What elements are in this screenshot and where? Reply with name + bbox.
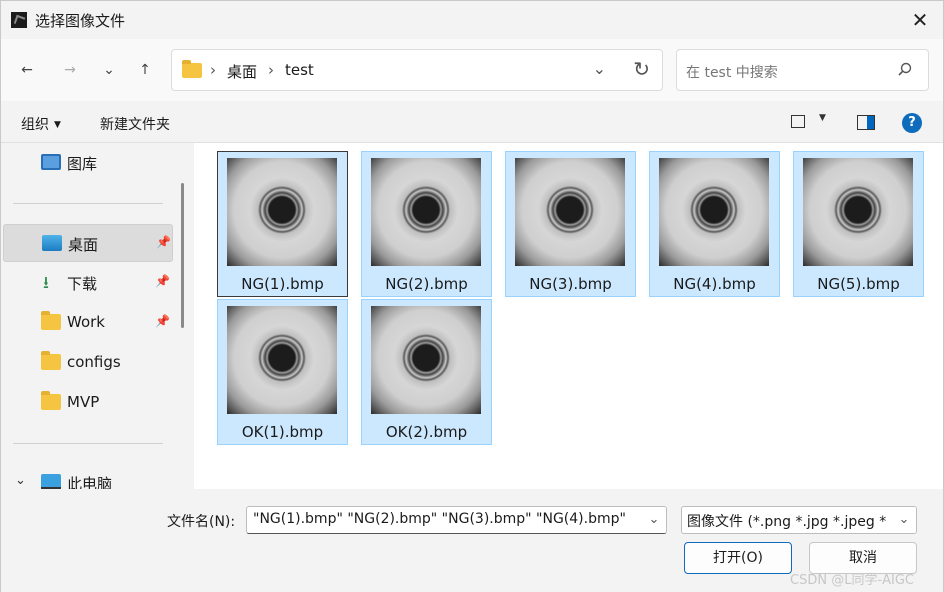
image-thumbnail	[659, 158, 769, 266]
close-icon[interactable]: ✕	[909, 8, 931, 32]
image-thumbnail	[371, 306, 481, 414]
preview-pane-icon[interactable]	[857, 115, 875, 130]
file-list: NG(1).bmp NG(2).bmp NG(3).bmp NG(4).bmp …	[194, 143, 943, 489]
pin-icon: 📌	[155, 274, 170, 288]
chevron-down-icon[interactable]: ⌄	[892, 507, 916, 533]
search-input[interactable]: 在 test 中搜索	[686, 62, 778, 82]
watermark-text: CSDN @L同学-AIGC	[790, 573, 915, 588]
image-thumbnail	[227, 306, 337, 414]
pc-icon	[41, 474, 61, 489]
address-dropdown-icon[interactable]: ⌄	[593, 59, 606, 78]
command-bar: 组织 ▼ 新建文件夹 ▼ ?	[1, 101, 943, 143]
sidebar-item-label: configs	[67, 353, 121, 371]
file-open-dialog: 选择图像文件 ✕ ← → ⌄ ↑ › 桌面 › test ⌄ ↻ 在 test …	[0, 0, 944, 592]
sidebar-item-label: 图库	[67, 155, 98, 173]
file-name: NG(5).bmp	[817, 275, 900, 293]
file-name: OK(1).bmp	[241, 423, 324, 441]
file-tile[interactable]: NG(4).bmp	[649, 151, 780, 297]
sidebar-item-label: 此电脑	[67, 475, 113, 489]
file-tile[interactable]: OK(1).bmp	[217, 299, 348, 445]
file-type-select[interactable]: 图像文件 (*.png *.jpg *.jpeg * ⌄	[681, 506, 917, 534]
forward-arrow-icon[interactable]: →	[58, 58, 82, 82]
sidebar-item-label: Work	[67, 313, 105, 331]
up-arrow-icon[interactable]: ↑	[133, 58, 157, 82]
folder-icon	[41, 351, 61, 370]
recent-locations-chevron-icon[interactable]: ⌄	[97, 58, 121, 82]
file-tile[interactable]: NG(2).bmp	[361, 151, 492, 297]
folder-icon	[182, 60, 202, 78]
breadcrumb-desktop[interactable]: 桌面	[227, 61, 257, 82]
pin-icon: 📌	[156, 235, 171, 249]
file-name: NG(3).bmp	[529, 275, 612, 293]
organize-label: 组织	[21, 117, 49, 133]
sidebar-item-work[interactable]: Work 📌	[3, 304, 173, 342]
view-dropdown-icon[interactable]: ▼	[819, 113, 826, 123]
view-mode-icon[interactable]	[791, 115, 805, 128]
help-icon[interactable]: ?	[902, 113, 922, 133]
file-name: NG(4).bmp	[673, 275, 756, 293]
open-button[interactable]: 打开(O)	[684, 542, 792, 574]
sidebar-scrollbar[interactable]	[181, 183, 184, 328]
navigation-bar: ← → ⌄ ↑ › 桌面 › test ⌄ ↻ 在 test 中搜索	[1, 39, 943, 101]
sidebar-item-label: MVP	[67, 393, 100, 411]
folder-icon	[41, 311, 61, 330]
sidebar-item-this-pc[interactable]: ⌄ 此电脑	[3, 464, 173, 489]
sidebar-item-desktop[interactable]: 桌面 📌	[3, 224, 173, 262]
desktop-icon	[42, 235, 62, 251]
breadcrumb-separator: ›	[210, 61, 216, 79]
file-name: NG(2).bmp	[385, 275, 468, 293]
chevron-down-icon[interactable]: ⌄	[15, 473, 26, 488]
folder-icon	[41, 391, 61, 410]
file-tile[interactable]: NG(5).bmp	[793, 151, 924, 297]
image-thumbnail	[371, 158, 481, 266]
app-icon	[11, 12, 27, 28]
sidebar-divider	[13, 203, 163, 204]
back-arrow-icon[interactable]: ←	[15, 58, 39, 82]
sidebar-item-gallery[interactable]: 图库	[3, 144, 173, 182]
file-name: NG(1).bmp	[241, 275, 324, 293]
navigation-pane: 图库 桌面 📌 ⭳ 下载 📌 Work 📌 configs MVP ⌄ 此电脑	[1, 143, 193, 489]
image-thumbnail	[803, 158, 913, 266]
image-thumbnail	[515, 158, 625, 266]
new-folder-button[interactable]: 新建文件夹	[100, 114, 170, 134]
sidebar-item-label: 下载	[67, 275, 98, 293]
filename-label: 文件名(N):	[167, 514, 236, 530]
file-tile[interactable]: NG(1).bmp	[217, 151, 348, 297]
file-type-value: 图像文件 (*.png *.jpg *.jpeg *	[687, 514, 887, 530]
organize-menu[interactable]: 组织 ▼	[21, 114, 61, 134]
gallery-icon	[41, 154, 61, 170]
filename-value[interactable]: "NG(1).bmp" "NG(2).bmp" "NG(3).bmp" "NG(…	[253, 511, 626, 527]
sidebar-item-downloads[interactable]: ⭳ 下载 📌	[3, 264, 173, 302]
address-bar[interactable]: › 桌面 › test ⌄ ↻	[171, 49, 663, 91]
title-bar: 选择图像文件 ✕	[1, 1, 943, 39]
sidebar-divider	[13, 443, 163, 444]
file-tile[interactable]: NG(3).bmp	[505, 151, 636, 297]
caret-down-icon: ▼	[54, 120, 61, 130]
search-icon[interactable]	[898, 62, 912, 76]
file-tile[interactable]: OK(2).bmp	[361, 299, 492, 445]
search-box[interactable]: 在 test 中搜索	[676, 49, 929, 91]
sidebar-item-mvp[interactable]: MVP	[3, 384, 173, 422]
file-name: OK(2).bmp	[385, 423, 468, 441]
sidebar-item-label: 桌面	[68, 236, 99, 254]
dialog-title: 选择图像文件	[35, 12, 126, 30]
filename-field[interactable]: "NG(1).bmp" "NG(2).bmp" "NG(3).bmp" "NG(…	[246, 506, 667, 534]
download-icon: ⭳	[43, 273, 49, 293]
image-thumbnail	[227, 158, 337, 266]
refresh-icon[interactable]: ↻	[633, 57, 650, 81]
sidebar-item-configs[interactable]: configs	[3, 344, 173, 382]
breadcrumb-separator: ›	[268, 61, 274, 79]
dialog-footer: 文件名(N): "NG(1).bmp" "NG(2).bmp" "NG(3).b…	[1, 489, 943, 592]
pin-icon: 📌	[155, 314, 170, 328]
breadcrumb-test[interactable]: test	[285, 61, 314, 79]
chevron-down-icon[interactable]: ⌄	[642, 507, 666, 533]
